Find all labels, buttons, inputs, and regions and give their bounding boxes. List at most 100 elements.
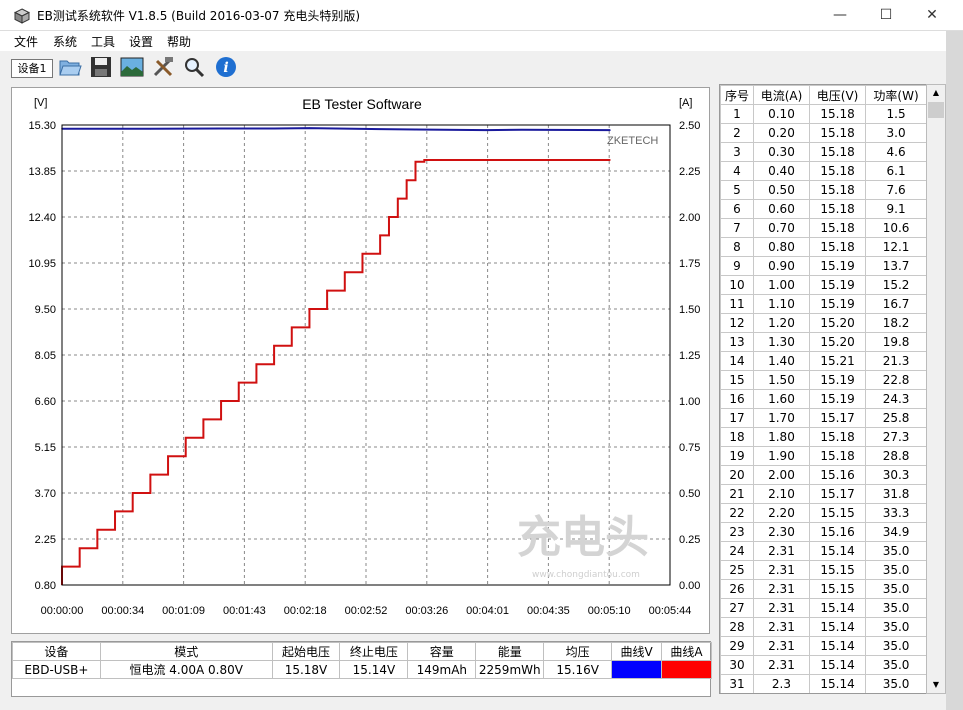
x-tick-label: 00:04:01 — [466, 605, 509, 617]
table-scrollbar[interactable]: ▲ ▼ — [926, 84, 946, 694]
tools-icon[interactable] — [151, 55, 175, 79]
scroll-up-arrow-icon[interactable]: ▲ — [927, 85, 945, 101]
readings-cell: 15.14 — [809, 636, 867, 656]
readings-table-panel: 序号 电流(A) 电压(V) 功率(W) 1 0.10 15.18 1.5 2 0.20 15.1… — [719, 84, 946, 694]
menu-settings[interactable]: 设置 — [129, 33, 153, 50]
current-point — [361, 253, 364, 255]
readings-cell: 15.19 — [809, 370, 867, 390]
table-row[interactable]: 19 1.90 15.18 28.8 — [720, 446, 927, 466]
readings-cell: 3 — [720, 142, 754, 162]
readings-cell: 0.30 — [752, 142, 811, 162]
current-point — [255, 363, 258, 366]
table-row[interactable]: 28 2.31 15.14 35.0 — [720, 617, 927, 637]
table-row[interactable]: 31 2.3 15.14 35.0 — [720, 674, 927, 693]
table-row[interactable]: 24 2.31 15.14 35.0 — [720, 541, 927, 561]
readings-cell: 26 — [720, 579, 754, 599]
table-row[interactable]: 13 1.30 15.20 19.8 — [720, 332, 927, 352]
maximize-button[interactable]: ☐ — [863, 0, 909, 30]
current-point — [432, 159, 434, 161]
table-row[interactable]: 25 2.31 15.15 35.0 — [720, 560, 927, 580]
y-right-tick-label: 0.25 — [679, 534, 700, 546]
readings-cell: 11 — [720, 294, 754, 314]
y-left-tick-label: 10.95 — [28, 258, 56, 270]
chargerlab-watermark: 充电头 www.chongdiantou.com — [517, 512, 649, 580]
table-row[interactable]: 10 1.00 15.19 15.2 — [720, 275, 927, 295]
voltage-point — [220, 127, 222, 130]
table-row[interactable]: 9 0.90 15.19 13.7 — [720, 256, 927, 276]
voltage-curve-color-swatch[interactable] — [611, 660, 663, 679]
table-row[interactable]: 5 0.50 15.18 7.6 — [720, 180, 927, 200]
table-row[interactable]: 15 1.50 15.19 22.8 — [720, 370, 927, 390]
readings-cell: 1.50 — [752, 370, 811, 390]
summary-header-cell: 起始电压 — [271, 642, 341, 661]
minimize-button[interactable]: — — [817, 0, 863, 30]
save-icon[interactable] — [89, 55, 113, 79]
info-icon[interactable]: i — [214, 55, 238, 79]
search-icon[interactable] — [182, 55, 206, 79]
chart-image-icon[interactable] — [120, 55, 144, 79]
table-row[interactable]: 20 2.00 15.16 30.3 — [720, 465, 927, 485]
x-tick-label: 00:03:26 — [405, 605, 448, 617]
table-row[interactable]: 14 1.40 15.21 21.3 — [720, 351, 927, 371]
table-row[interactable]: 17 1.70 15.17 25.8 — [720, 408, 927, 428]
table-row[interactable]: 30 2.31 15.14 35.0 — [720, 655, 927, 675]
table-row[interactable]: 11 1.10 15.19 16.7 — [720, 294, 927, 314]
current-curve-color-swatch[interactable] — [661, 660, 712, 679]
readings-cell: 15.18 — [809, 142, 867, 162]
device-tab[interactable]: 设备1 — [11, 59, 53, 78]
readings-cell: 15.17 — [809, 408, 867, 428]
y-left-tick-label: 3.70 — [35, 488, 56, 500]
y-right-tick-label: 0.75 — [679, 442, 700, 454]
scroll-thumb[interactable] — [928, 102, 944, 118]
readings-cell: 15.15 — [809, 560, 867, 580]
current-point — [397, 197, 399, 200]
close-button[interactable]: ✕ — [909, 0, 955, 30]
summary-header-cell: 曲线A — [661, 642, 712, 661]
table-row[interactable]: 1 0.10 15.18 1.5 — [720, 104, 927, 124]
readings-cell: 29 — [720, 636, 754, 656]
voltage-point — [609, 129, 611, 131]
readings-cell: 35.0 — [865, 541, 927, 561]
readings-cell: 19 — [720, 446, 754, 466]
table-row[interactable]: 23 2.30 15.16 34.9 — [720, 522, 927, 542]
table-row[interactable]: 2 0.20 15.18 3.0 — [720, 123, 927, 143]
open-folder-icon[interactable] — [58, 55, 82, 79]
current-point — [290, 326, 293, 329]
table-row[interactable]: 4 0.40 15.18 6.1 — [720, 161, 927, 181]
readings-cell: 2.10 — [752, 484, 811, 504]
window-title: EB测试系统软件 V1.8.5 (Build 2016-03-07 充电头特别版… — [37, 9, 361, 23]
summary-value-cell: 15.14V — [339, 660, 409, 679]
menu-bar: 文件 系统 工具 设置 帮助 — [0, 31, 963, 51]
readings-cell: 7 — [720, 218, 754, 238]
table-row[interactable]: 21 2.10 15.17 31.8 — [720, 484, 927, 504]
table-row[interactable]: 7 0.70 15.18 10.6 — [720, 218, 927, 238]
current-point — [131, 492, 134, 494]
menu-tools[interactable]: 工具 — [91, 33, 115, 50]
readings-cell: 15.18 — [809, 123, 867, 143]
readings-cell: 0.50 — [752, 180, 811, 200]
readings-cell: 2.30 — [752, 522, 811, 542]
table-row[interactable]: 18 1.80 15.18 27.3 — [720, 427, 927, 447]
table-row[interactable]: 26 2.31 15.15 35.0 — [720, 579, 927, 599]
table-row[interactable]: 3 0.30 15.18 4.6 — [720, 142, 927, 162]
readings-cell: 1.30 — [752, 332, 811, 352]
readings-cell: 1.20 — [752, 313, 811, 333]
table-row[interactable]: 6 0.60 15.18 9.1 — [720, 199, 927, 219]
table-row[interactable]: 16 1.60 15.19 24.3 — [720, 389, 927, 409]
readings-cell: 15.14 — [809, 598, 867, 618]
menu-system[interactable]: 系统 — [53, 33, 77, 50]
voltage-point — [414, 128, 417, 131]
scroll-down-arrow-icon[interactable]: ▼ — [927, 677, 945, 693]
voltage-point — [308, 127, 311, 129]
table-row[interactable]: 22 2.20 15.15 33.3 — [720, 503, 927, 523]
summary-header-cell: 设备 — [12, 642, 101, 661]
menu-file[interactable]: 文件 — [14, 33, 38, 50]
table-row[interactable]: 29 2.31 15.14 35.0 — [720, 636, 927, 656]
table-row[interactable]: 8 0.80 15.18 12.1 — [720, 237, 927, 257]
menu-help[interactable]: 帮助 — [167, 33, 191, 50]
readings-cell: 4.6 — [865, 142, 927, 162]
table-row[interactable]: 12 1.20 15.20 18.2 — [720, 313, 927, 333]
readings-cell: 35.0 — [865, 579, 927, 599]
table-row[interactable]: 27 2.31 15.14 35.0 — [720, 598, 927, 618]
readings-cell: 30.3 — [865, 465, 927, 485]
